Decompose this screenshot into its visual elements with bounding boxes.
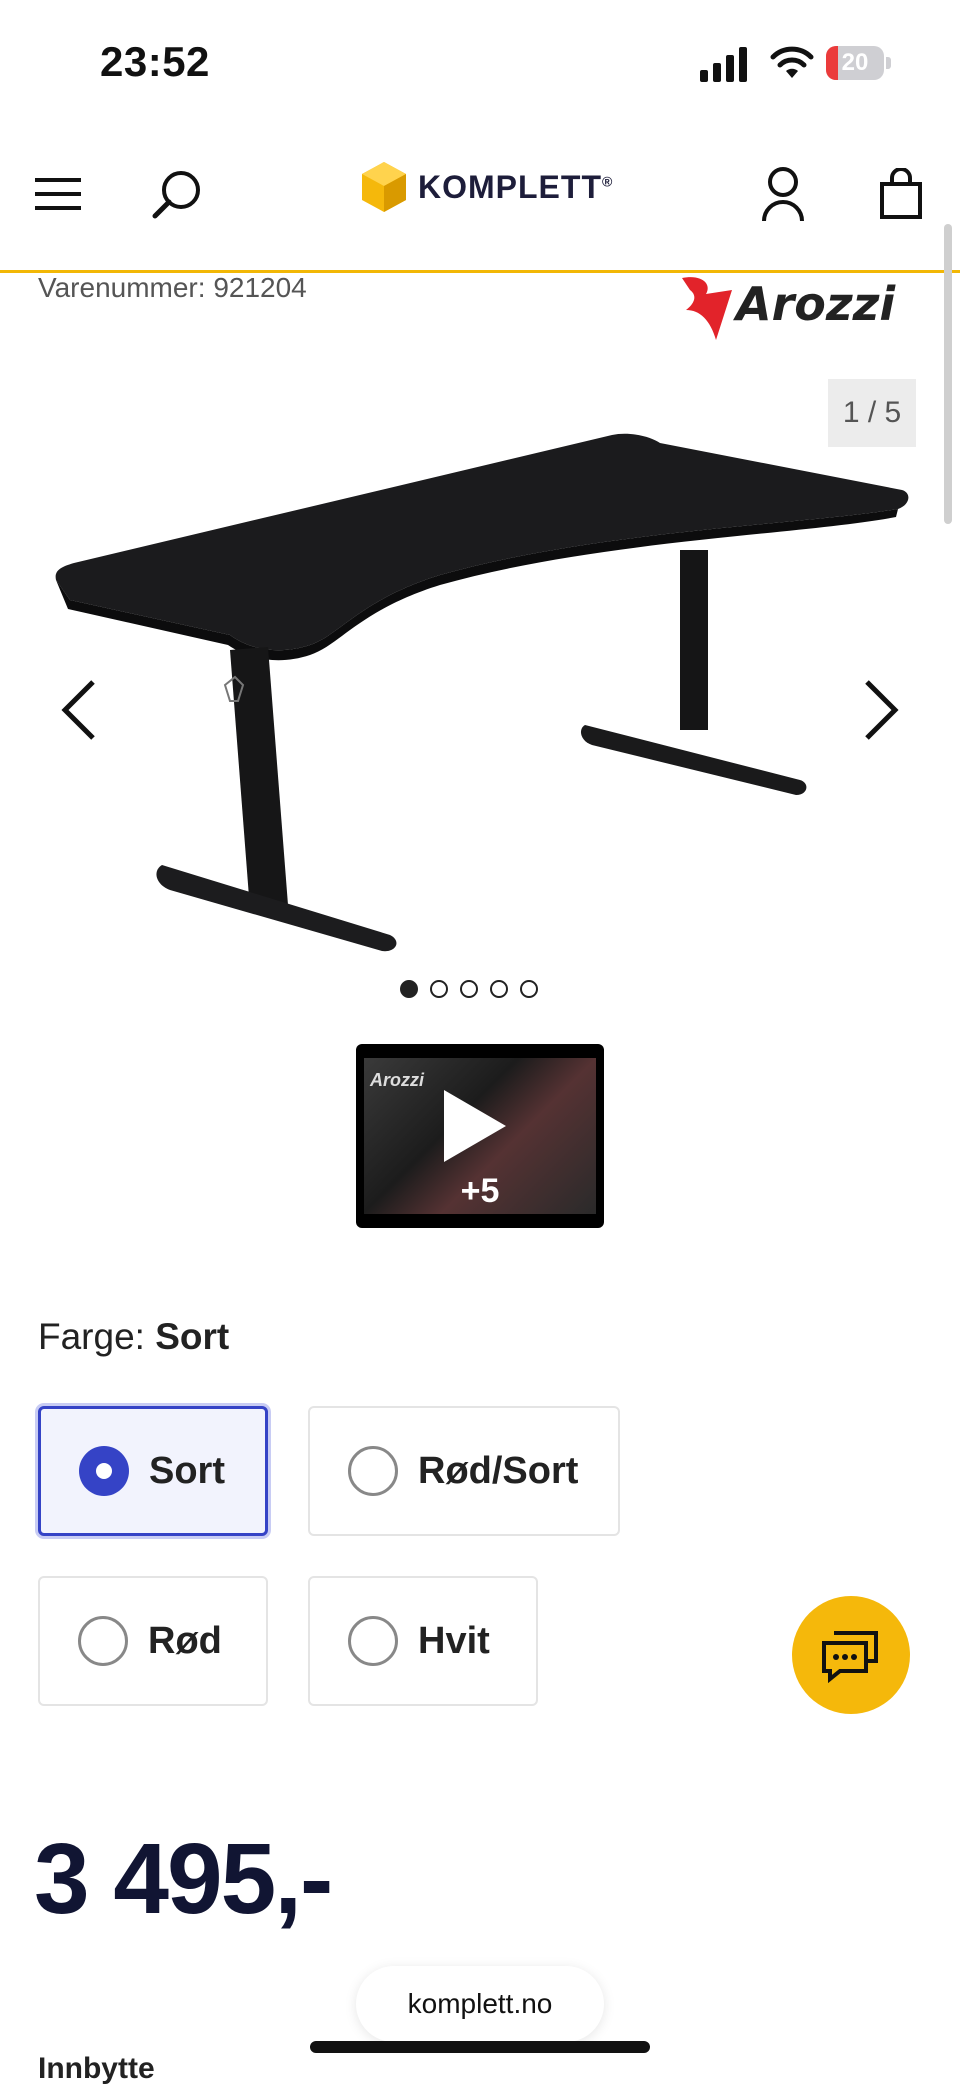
play-icon [444, 1090, 506, 1162]
video-brand: Arozzi [370, 1070, 424, 1090]
menu-icon[interactable] [24, 159, 94, 229]
logo-registered-mark: ® [601, 172, 614, 189]
color-label-prefix: Farge: [38, 1316, 145, 1357]
gallery-dot[interactable] [430, 980, 448, 998]
trade-in-heading: Innbytte [38, 2052, 155, 2085]
chat-button[interactable] [792, 1596, 910, 1714]
battery-icon: 20 [826, 46, 892, 80]
gallery-next-button[interactable] [846, 670, 916, 750]
gallery-dot[interactable] [400, 980, 418, 998]
more-media-count: +5 [460, 1172, 500, 1210]
chevron-left-icon [61, 680, 95, 740]
color-option-rod-sort[interactable]: Rød/Sort [308, 1406, 620, 1536]
home-indicator[interactable] [310, 2041, 650, 2053]
radio-icon [348, 1446, 398, 1496]
wifi-icon [770, 46, 814, 78]
color-option-label: Hvit [418, 1619, 490, 1662]
color-option-sort[interactable]: Sort [38, 1406, 268, 1536]
radio-icon [78, 1616, 128, 1666]
video-thumbnail[interactable]: Arozzi +5 [356, 1044, 604, 1228]
browser-url-bar[interactable]: komplett.no [356, 1966, 604, 2042]
signal-icon [700, 47, 747, 82]
chevron-right-icon [865, 680, 899, 740]
logo-text: KOMPLETT [418, 168, 602, 205]
color-option-label: Rød [148, 1619, 222, 1662]
radio-icon [348, 1616, 398, 1666]
komplett-logo[interactable]: KOMPLETT® [362, 162, 613, 212]
site-header: KOMPLETT® [0, 118, 960, 273]
brand-logo[interactable]: Arozzi [672, 270, 928, 344]
color-selected-value: Sort [155, 1316, 230, 1357]
gallery-dots [400, 980, 538, 998]
brand-name: Arozzi [733, 277, 896, 331]
gallery-dot[interactable] [490, 980, 508, 998]
gallery-dot[interactable] [520, 980, 538, 998]
battery-level: 20 [841, 49, 869, 76]
color-label: Farge: Sort [38, 1316, 229, 1358]
gallery-dot[interactable] [460, 980, 478, 998]
komplett-logo-icon [362, 162, 406, 212]
product-gallery[interactable]: 1 / 5 [0, 345, 960, 1025]
radio-selected-icon [79, 1446, 129, 1496]
color-option-label: Rød/Sort [418, 1449, 579, 1492]
product-price: 3 495,- [34, 1823, 333, 1935]
user-icon[interactable] [748, 159, 818, 229]
color-option-label: Sort [149, 1449, 225, 1492]
color-option-hvit[interactable]: Hvit [308, 1576, 538, 1706]
chat-icon [822, 1631, 878, 1683]
product-image[interactable] [40, 385, 920, 1005]
search-icon[interactable] [142, 159, 212, 229]
gallery-prev-button[interactable] [44, 670, 114, 750]
color-option-rod[interactable]: Rød [38, 1576, 268, 1706]
status-time: 23:52 [100, 38, 210, 85]
product-sku: Varenummer: 921204 [38, 272, 307, 303]
arozzi-logo-icon: Arozzi [682, 277, 896, 340]
cart-icon[interactable] [866, 159, 936, 229]
